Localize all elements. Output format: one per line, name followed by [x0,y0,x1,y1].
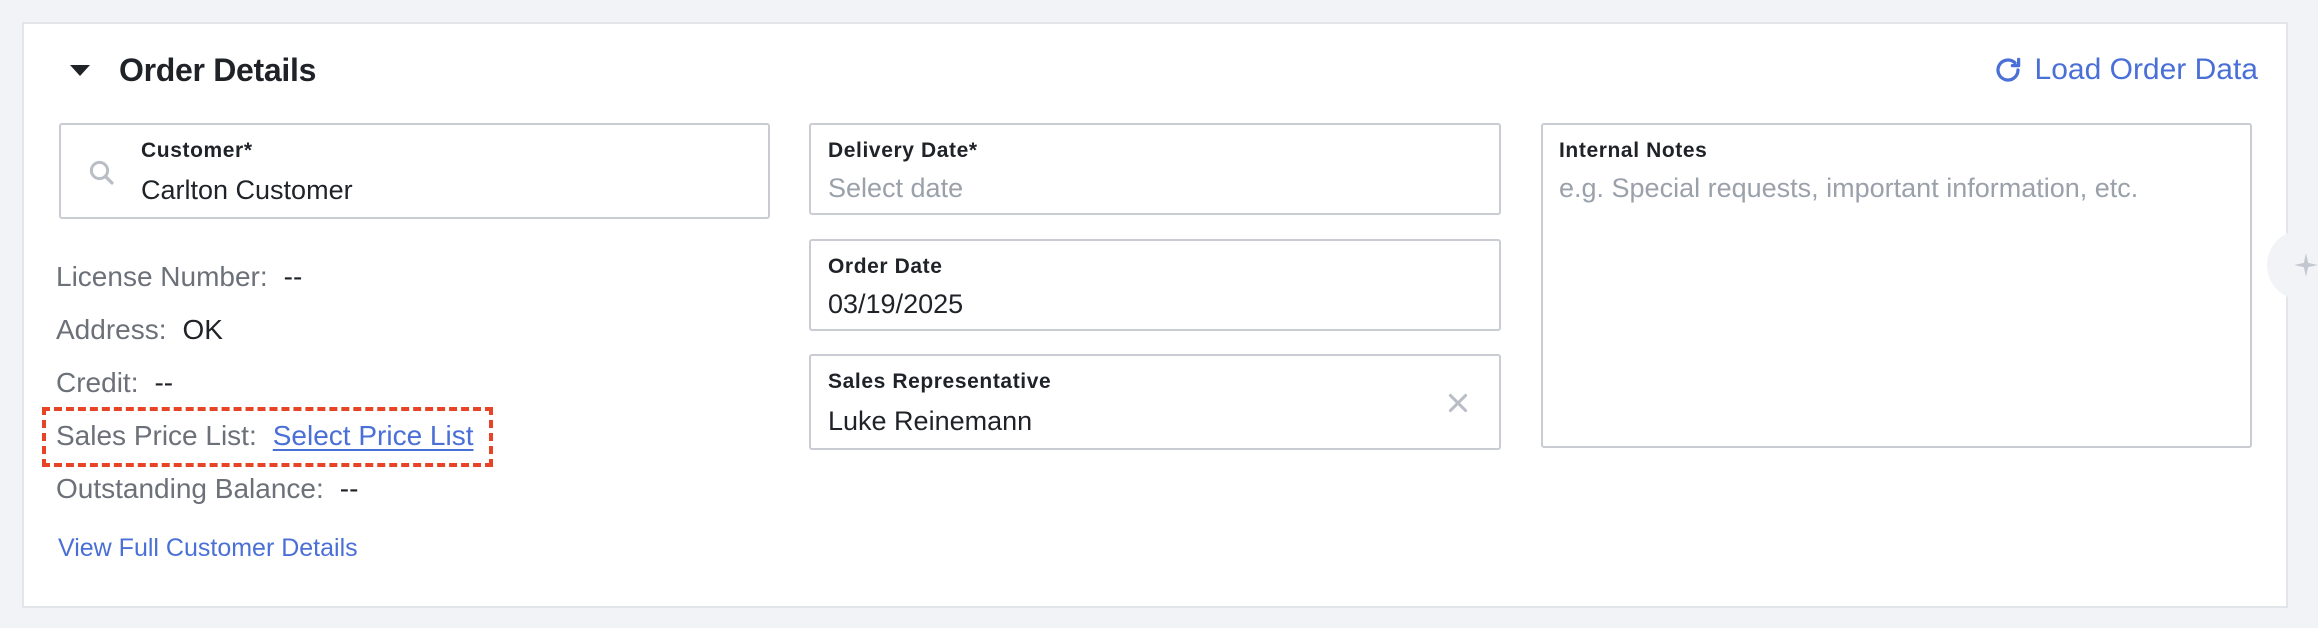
internal-notes-label: Internal Notes [1559,139,1708,162]
view-full-customer-details-link[interactable]: View Full Customer Details [58,532,358,564]
order-date-label: Order Date [828,255,943,278]
outstanding-balance-label: Outstanding Balance: [56,473,324,504]
delivery-date-placeholder: Select date [828,173,964,203]
load-order-data-button[interactable]: Load Order Data [1993,48,2258,92]
sales-price-list-row: Sales Price List: Select Price List [56,418,474,454]
customer-field[interactable]: Customer* Carlton Customer [59,123,770,219]
license-number-label: License Number: [56,261,268,292]
credit-value: -- [154,367,174,398]
refresh-icon [1995,57,2020,82]
credit-row: Credit: -- [56,365,173,401]
order-date-value: 03/19/2025 [828,289,964,319]
sales-representative-label: Sales Representative [828,370,1052,393]
outstanding-balance-row: Outstanding Balance: -- [56,471,358,507]
close-icon[interactable] [1445,390,1471,416]
customer-label: Customer* [141,139,253,162]
collapse-toggle[interactable] [68,60,92,80]
license-number-row: License Number: -- [56,259,302,295]
sales-price-list-label: Sales Price List: [56,420,257,451]
section-title: Order Details [119,52,317,88]
sparkle-icon [2294,253,2318,277]
search-icon [89,160,114,185]
outstanding-balance-value: -- [339,473,359,504]
order-date-field[interactable]: Order Date 03/19/2025 [809,239,1501,331]
load-order-data-label: Load Order Data [2034,53,2258,86]
internal-notes-placeholder: e.g. Special requests, important informa… [1559,173,2139,203]
address-row: Address: OK [56,312,223,348]
caret-down-icon [70,64,90,76]
select-price-list-link[interactable]: Select Price List [273,418,474,454]
address-label: Address: [56,314,167,345]
delivery-date-label: Delivery Date* [828,139,978,162]
credit-label: Credit: [56,367,139,398]
sales-representative-value: Luke Reinemann [828,406,1033,436]
license-number-value: -- [283,261,303,292]
sales-representative-field[interactable]: Sales Representative Luke Reinemann [809,354,1501,450]
internal-notes-field[interactable]: Internal Notes e.g. Special requests, im… [1541,123,2252,448]
customer-value: Carlton Customer [141,175,353,205]
address-value: OK [182,314,223,345]
delivery-date-field[interactable]: Delivery Date* Select date [809,123,1501,215]
